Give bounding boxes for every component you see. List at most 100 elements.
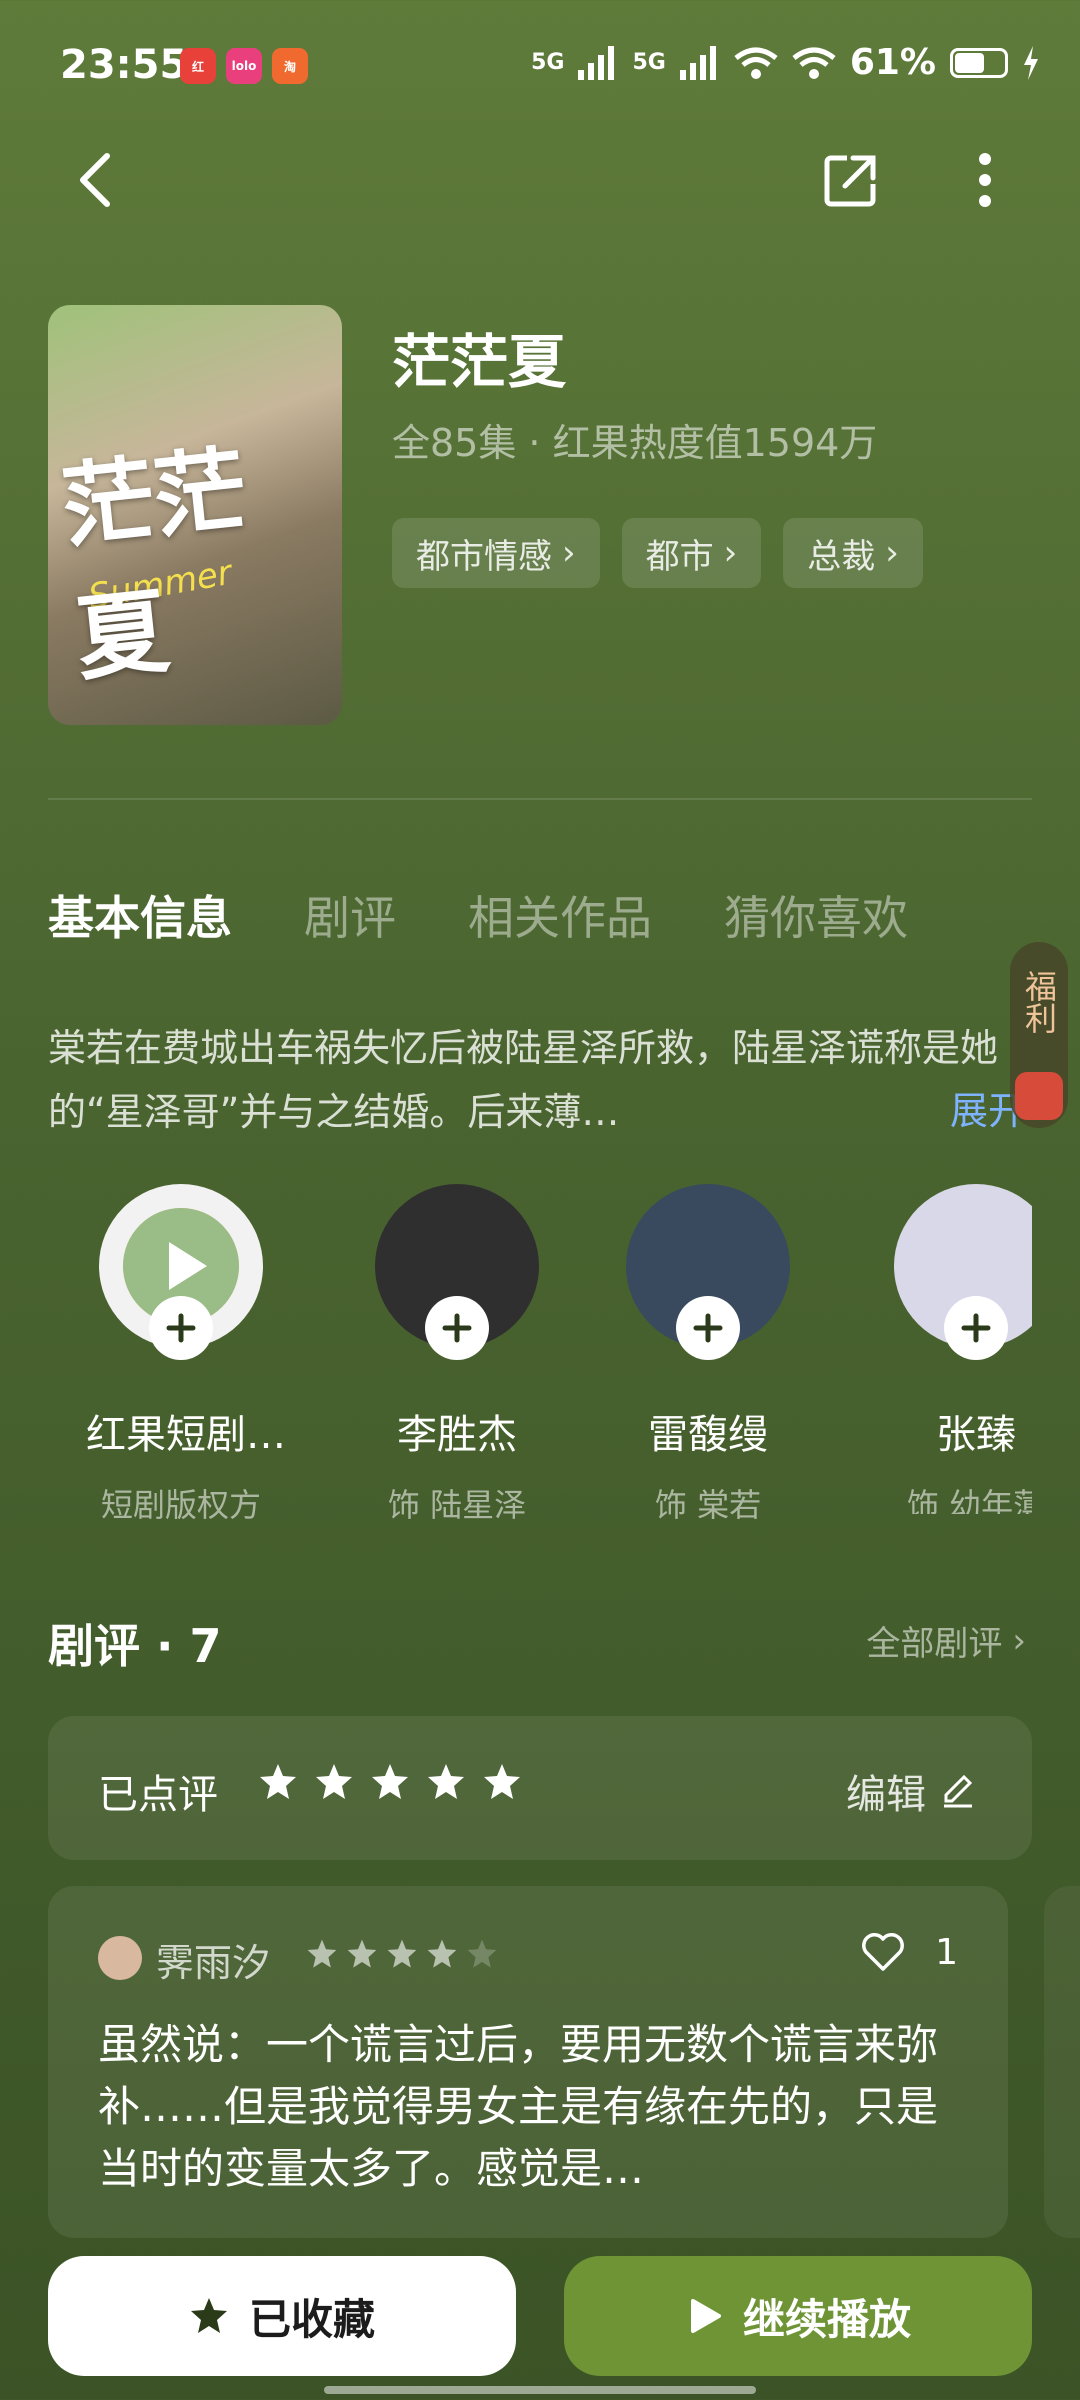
star-icon — [467, 1939, 497, 1968]
cast-member[interactable]: 雷馥缦 饰 棠若 — [613, 1184, 803, 1526]
drama-poster[interactable]: Summer 茫茫夏 — [48, 305, 342, 725]
signal-bars-icon — [578, 45, 615, 80]
my-rating-stars — [258, 1762, 522, 1802]
more-icon[interactable] — [950, 145, 1020, 215]
avatar — [98, 1936, 142, 1980]
tag-label: 都市情感 — [416, 536, 552, 577]
tag-urban-romance[interactable]: 都市情感 › — [392, 518, 600, 588]
like-count: 1 — [935, 1932, 958, 1973]
cast-member[interactable]: 张臻 饰 幼年薄 — [860, 1184, 1032, 1514]
battery-fill — [955, 52, 984, 73]
synopsis-text: 棠若在费城出车祸失忆后被陆星泽所救，陆星泽谎称是她的“星泽哥”并与之结婚。后来薄… — [48, 1026, 999, 1134]
star-icon — [387, 1939, 417, 1968]
red-envelope-icon — [1015, 1072, 1063, 1120]
avatar — [894, 1184, 1032, 1360]
all-reviews-link[interactable]: 全部剧评 › — [866, 1616, 1026, 1665]
welfare-float-button[interactable]: 福利 — [1010, 942, 1068, 1128]
edit-review-button[interactable]: 编辑 — [846, 1762, 976, 1820]
tab-recommendations[interactable]: 猜你喜欢 — [724, 882, 908, 948]
cast-name: 雷馥缦 — [648, 1412, 768, 1458]
wifi-icon-2 — [792, 47, 836, 79]
reviewer-name: 霁雨汐 — [156, 1941, 271, 1985]
play-icon — [690, 2299, 721, 2333]
cast-member[interactable]: 红果短剧… 短剧版权方 — [86, 1184, 286, 1526]
cast-clip: 张臻 饰 幼年薄 — [860, 1184, 1032, 1514]
avatar — [99, 1184, 263, 1360]
chevron-right-icon: › — [562, 533, 576, 573]
tab-basic-info[interactable]: 基本信息 — [48, 882, 232, 948]
tab-reviews[interactable]: 剧评 — [304, 882, 396, 948]
cast-role: 短剧版权方 — [100, 1486, 261, 1524]
avatar — [375, 1184, 539, 1360]
edit-label: 编辑 — [846, 1772, 926, 1818]
review-stars — [306, 1938, 498, 1970]
drama-title: 茫茫夏 — [392, 328, 567, 396]
my-rating-card: 已点评 编辑 — [48, 1716, 1032, 1860]
continue-play-button[interactable]: 继续播放 — [564, 2256, 1032, 2376]
follow-plus-icon[interactable] — [149, 1296, 213, 1360]
status-indicators: 5G 5G 61% — [531, 42, 1040, 83]
star-icon — [307, 1939, 337, 1968]
app-icon-red: 红 — [180, 48, 216, 84]
star-icon — [316, 1764, 352, 1799]
star-icon — [372, 1764, 408, 1799]
cast-name: 李胜杰 — [397, 1412, 517, 1458]
all-reviews-label: 全部剧评 — [866, 1624, 1003, 1664]
battery-percent: 61% — [849, 42, 936, 83]
app-icon-pink: lolo — [226, 48, 262, 84]
app-icon-orange: 淘 — [272, 48, 308, 84]
cast-role: 饰 幼年薄 — [906, 1486, 1032, 1514]
poster-title: 茫茫夏 — [56, 434, 252, 694]
follow-plus-icon[interactable] — [944, 1296, 1008, 1360]
signal-5g-1: 5G — [531, 50, 565, 75]
cast-name: 张臻 — [936, 1412, 1016, 1458]
next-review-card[interactable] — [1044, 1886, 1080, 2238]
wifi-icon — [734, 47, 778, 79]
star-icon — [427, 1939, 457, 1968]
review-text: 虽然说：一个谎言过后，要用无数个谎言来弥补……但是我觉得男女主是有缘在先的，只是… — [98, 2020, 939, 2193]
tag-list: 都市情感 › 都市 › 总裁 › — [392, 518, 923, 588]
cast-role: 饰 棠若 — [654, 1486, 762, 1524]
tab-bar: 基本信息 剧评 相关作品 猜你喜欢 — [48, 882, 908, 948]
tag-label: 总裁 — [807, 536, 876, 577]
tag-ceo[interactable]: 总裁 › — [783, 518, 923, 588]
cast-name: 红果短剧… — [86, 1412, 286, 1458]
cast-member[interactable]: 李胜杰 饰 陆星泽 — [362, 1184, 552, 1526]
status-app-icons: 红 lolo 淘 — [180, 48, 308, 84]
tab-related-works[interactable]: 相关作品 — [468, 882, 652, 948]
favorite-button[interactable]: 已收藏 — [48, 2256, 516, 2376]
pencil-icon — [944, 1774, 973, 1808]
star-icon — [484, 1764, 520, 1799]
avatar — [626, 1184, 790, 1360]
status-time: 23:55 — [60, 42, 188, 88]
tag-urban[interactable]: 都市 › — [621, 518, 762, 588]
battery-icon — [950, 47, 1008, 78]
charging-icon — [1024, 45, 1038, 80]
home-indicator[interactable] — [324, 2386, 756, 2394]
reviews-title: 剧评 · 7 — [48, 1619, 222, 1673]
like-button[interactable]: 1 — [861, 1932, 958, 1973]
star-icon — [428, 1764, 464, 1799]
chevron-right-icon: › — [885, 533, 899, 573]
heart-icon — [862, 1932, 905, 1971]
tag-label: 都市 — [645, 536, 714, 577]
welfare-label: 福利 — [1020, 970, 1058, 1034]
drama-meta: 全85集 · 红果热度值1594万 — [392, 421, 878, 465]
chevron-right-icon: › — [1012, 1620, 1026, 1661]
play-label: 继续播放 — [742, 2294, 911, 2344]
star-icon — [347, 1939, 377, 1968]
star-icon — [260, 1764, 296, 1799]
follow-plus-icon[interactable] — [425, 1296, 489, 1360]
chevron-right-icon: › — [723, 533, 738, 573]
share-icon[interactable] — [816, 145, 886, 215]
follow-plus-icon[interactable] — [676, 1296, 740, 1360]
favorite-label: 已收藏 — [248, 2294, 375, 2344]
star-icon — [190, 2298, 227, 2333]
signal-5g-2: 5G — [632, 50, 666, 75]
cast-role: 饰 陆星泽 — [387, 1486, 527, 1524]
signal-bars-icon-2 — [679, 45, 716, 80]
back-icon[interactable] — [60, 145, 130, 215]
divider — [48, 798, 1032, 800]
rated-label: 已点评 — [98, 1772, 218, 1818]
review-card[interactable]: 霁雨汐 1 虽然说：一个谎言过后，要用无数个谎言来弥补……但是我觉得男女主是有缘… — [48, 1886, 1008, 2238]
